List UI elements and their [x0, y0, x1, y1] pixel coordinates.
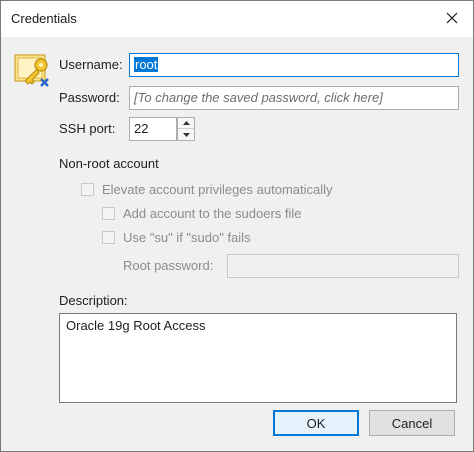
use-su-label: Use "su" if "sudo" fails [123, 230, 251, 245]
add-to-sudoers-checkbox[interactable] [102, 207, 115, 220]
password-placeholder: [To change the saved password, click her… [134, 90, 383, 105]
description-textarea[interactable]: Oracle 19g Root Access [59, 313, 457, 403]
keys-icon [14, 54, 49, 87]
increment-button[interactable] [178, 118, 194, 129]
chevron-up-icon [182, 121, 190, 125]
ssh-port-label: SSH port: [59, 121, 116, 136]
use-su-checkbox[interactable] [102, 231, 115, 244]
username-label: Username: [59, 57, 123, 72]
close-icon [446, 12, 458, 24]
username-input[interactable]: root [129, 53, 459, 77]
ssh-port-value: 22 [134, 121, 149, 136]
elevate-privileges-label: Elevate account privileges automatically [102, 182, 333, 197]
description-label: Description: [59, 293, 128, 308]
password-input[interactable]: [To change the saved password, click her… [129, 86, 459, 110]
close-button[interactable] [437, 5, 467, 31]
ssh-port-input[interactable]: 22 [129, 117, 177, 141]
title-bar: Credentials [1, 1, 473, 37]
cancel-button[interactable]: Cancel [369, 410, 455, 436]
credentials-dialog: Credentials Username: root Password: [To… [0, 0, 474, 452]
password-label: Password: [59, 90, 120, 105]
decrement-button[interactable] [178, 129, 194, 140]
root-password-label: Root password: [123, 258, 214, 273]
username-value: root [134, 57, 159, 72]
ok-button[interactable]: OK [273, 410, 359, 436]
description-value: Oracle 19g Root Access [66, 318, 206, 333]
window-title: Credentials [11, 11, 77, 26]
chevron-down-icon [182, 132, 190, 137]
add-to-sudoers-label: Add account to the sudoers file [123, 206, 302, 221]
non-root-account-label: Non-root account [59, 156, 159, 171]
root-password-input[interactable] [227, 254, 459, 278]
elevate-privileges-checkbox[interactable] [81, 183, 94, 196]
ssh-port-stepper [177, 117, 195, 141]
